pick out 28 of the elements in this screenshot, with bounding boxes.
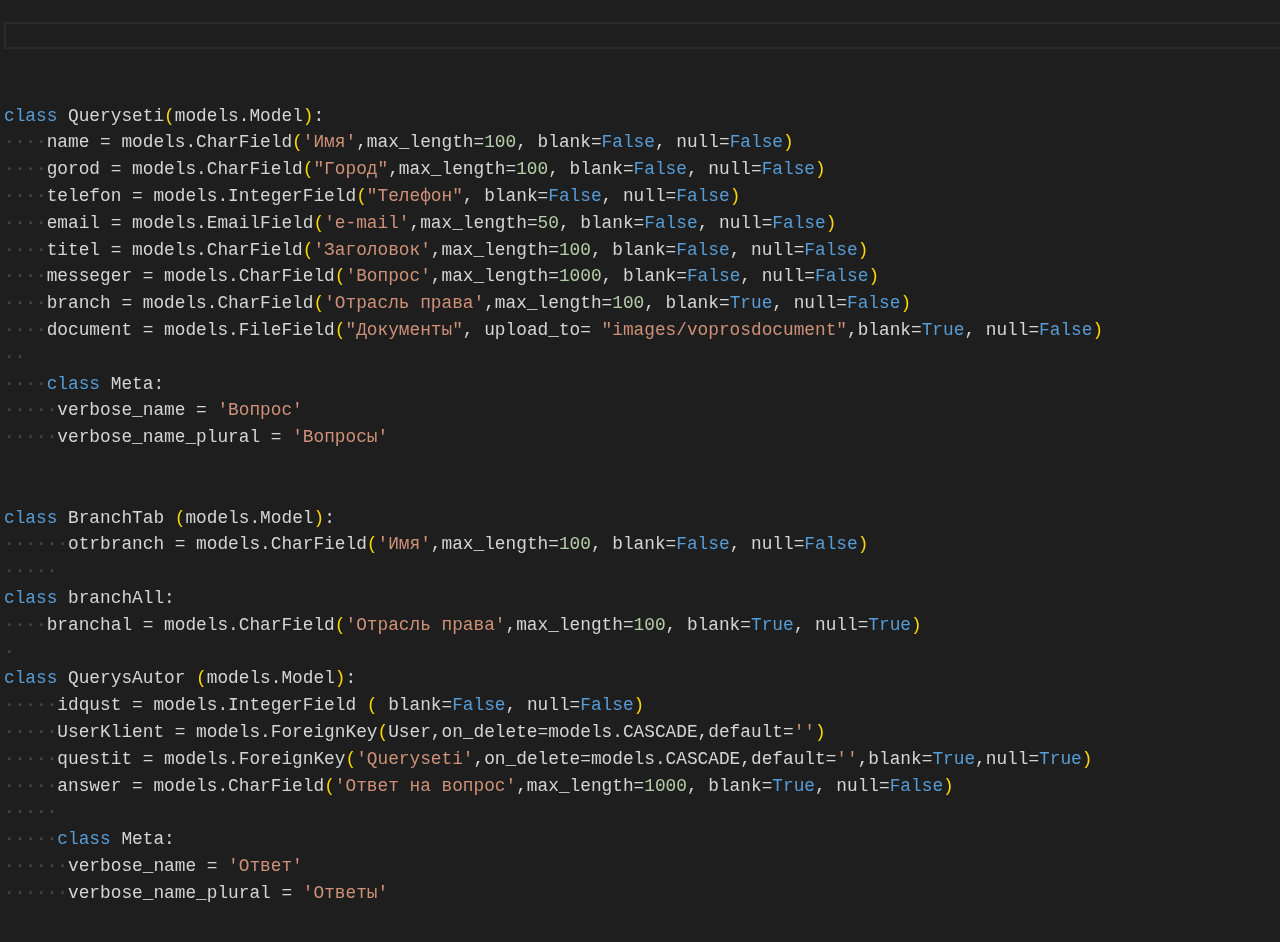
code-line: ····messeger = models.CharField('Вопрос',max_length=1000, blank=False, null=False) bbox=[3, 265, 880, 289]
code-line: ·····idqust = models.IntegerField ( blank=False, null=False) bbox=[3, 694, 645, 718]
code-line: class Queryseti(models.Model): bbox=[3, 104, 325, 128]
code-line: class BranchTab (models.Model): bbox=[3, 506, 335, 530]
code-line: ······verbose_name = 'Ответ' bbox=[3, 854, 303, 878]
code-line: ····telefon = models.IntegerField("Телефон", blank=False, null=False) bbox=[3, 185, 741, 208]
code-line: ····document = models.FileField("Документы", upload_to= "images/voprosdocument",blank=True, null=False) bbox=[3, 318, 1104, 342]
code-line: ····titel = models.CharField('Заголовок',max_length=100, blank=False, null=False) bbox=[3, 238, 869, 262]
code-line: ·····verbose_name_plural = 'Вопросы' bbox=[3, 426, 389, 450]
code-line: ····branchal = models.CharField('Отрасль права',max_length=100, blank=True, null=True) bbox=[3, 613, 922, 637]
code-line: ·····class Meta: bbox=[3, 828, 175, 852]
code-line: ······verbose_name_plural = 'Ответы' bbox=[3, 881, 389, 905]
code-line: ····· bbox=[3, 801, 58, 825]
code-line: ·····UserKlient = models.ForeignKey(User,on_delete=models.CASCADE,default='') bbox=[3, 720, 826, 744]
code-line: ····· bbox=[3, 560, 58, 584]
code-line: ·····verbose_name = 'Вопрос' bbox=[3, 399, 303, 423]
code-line: ····email = models.EmailField('e-mail',max_length=50, blank=False, null=False) bbox=[3, 211, 837, 235]
code-line: ····name = models.CharField('Имя',max_length=100, blank=False, null=False) bbox=[3, 131, 794, 155]
code-line: ······otrbranch = models.CharField('Имя',max_length=100, blank=False, null=False) bbox=[3, 533, 869, 557]
code-line: class branchAll: bbox=[3, 586, 175, 610]
code-line: ·····answer = models.CharField('Ответ на вопрос',max_length=1000, blank=True, null=False) bbox=[3, 774, 954, 798]
code-line: ·· bbox=[3, 345, 26, 369]
code-line: ····gorod = models.CharField("Город",max_length=100, blank=False, null=False) bbox=[3, 158, 826, 182]
code-line: · bbox=[3, 640, 15, 664]
code-line: ····branch = models.CharField('Отрасль права',max_length=100, blank=True, null=False) bbox=[3, 292, 912, 316]
code-line: ····class Meta: bbox=[3, 372, 165, 396]
code-line: ·····questit = models.ForeignKey('Queryseti',on_delete=models.CASCADE,default='',blank=True,null=True) bbox=[3, 747, 1093, 771]
code-line: class QuerysAutor (models.Model): bbox=[3, 667, 357, 691]
